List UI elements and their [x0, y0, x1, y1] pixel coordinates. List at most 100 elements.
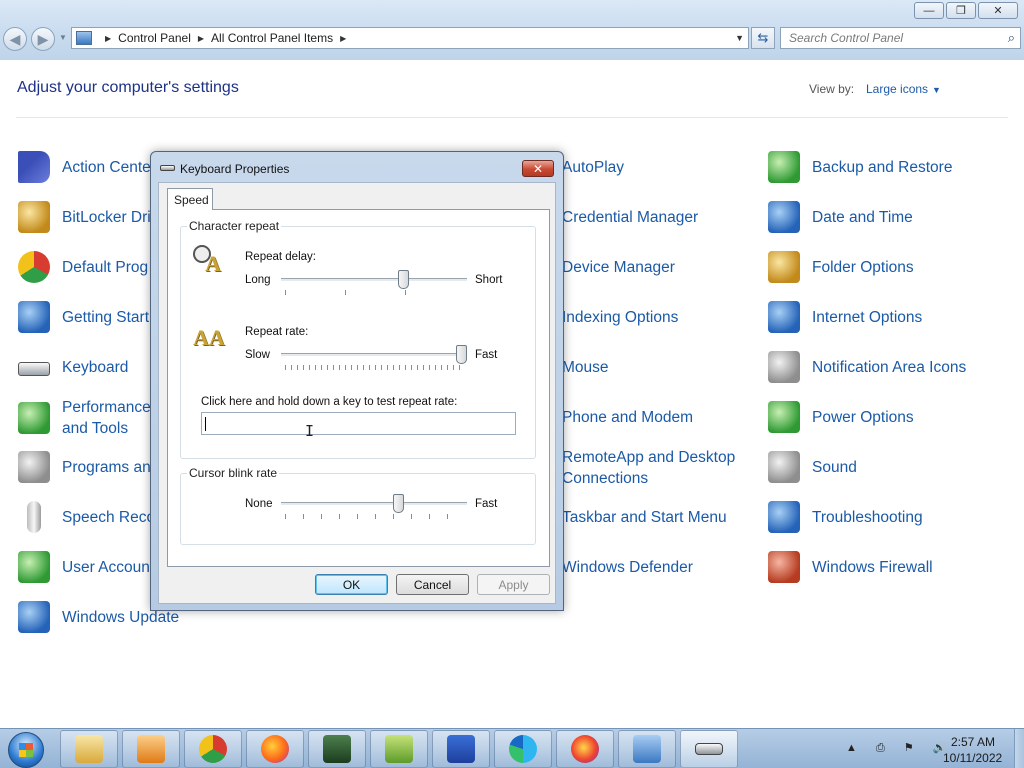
- ok-button[interactable]: OK: [315, 574, 388, 595]
- taskbar-firefox-alt[interactable]: [556, 730, 614, 768]
- tab-speed[interactable]: Speed: [167, 188, 213, 210]
- cp-item-user-accounts[interactable]: User Accoun: [18, 547, 150, 587]
- start-button[interactable]: [8, 732, 44, 768]
- cp-item-speech[interactable]: Speech Reco: [18, 497, 155, 537]
- taskbar-notepad[interactable]: [370, 730, 428, 768]
- cp-item-label: Windows Defender: [562, 558, 693, 576]
- close-button[interactable]: ✕: [978, 2, 1018, 19]
- cp-item-label: Speech Reco: [62, 508, 156, 526]
- repeat-rate-slider[interactable]: [456, 345, 467, 364]
- breadcrumb-chevron-icon[interactable]: ▶: [105, 34, 111, 43]
- cp-item-indexing-options[interactable]: Indexing Options: [562, 297, 678, 337]
- address-dropdown-icon[interactable]: ▼: [735, 33, 744, 43]
- cp-item-programs[interactable]: Programs an: [18, 447, 151, 487]
- cancel-button[interactable]: Cancel: [396, 574, 469, 595]
- taskbar-control-panel[interactable]: [618, 730, 676, 768]
- taskbar-malwarebytes[interactable]: [432, 730, 490, 768]
- dialog-close-button[interactable]: ✕: [522, 160, 554, 177]
- cp-item-action-center[interactable]: Action Cente: [18, 147, 151, 187]
- breadcrumb-chevron-icon[interactable]: ▶: [198, 34, 204, 43]
- forward-button[interactable]: ▶: [31, 27, 55, 51]
- troubleshooting-icon: [768, 501, 800, 533]
- address-bar[interactable]: ▶ Control Panel ▶ All Control Panel Item…: [71, 27, 749, 49]
- cp-item-label: Power Options: [812, 408, 914, 426]
- show-desktop-button[interactable]: [1014, 729, 1024, 768]
- cp-item-credential-manager[interactable]: Credential Manager: [562, 197, 698, 237]
- programs-icon: [18, 451, 50, 483]
- cp-item-notification-area[interactable]: Notification Area Icons: [768, 347, 966, 387]
- firefox-icon: [261, 735, 289, 763]
- mouse-ibeam-cursor: I: [305, 422, 315, 440]
- windows-firewall-icon: [768, 551, 800, 583]
- cp-item-bitlocker[interactable]: BitLocker Dri: [18, 197, 151, 237]
- cp-item-default-programs[interactable]: Default Prog: [18, 247, 148, 287]
- breadcrumb-chevron-icon[interactable]: ▶: [340, 34, 346, 43]
- view-by-dropdown[interactable]: Large icons ▼: [866, 82, 941, 96]
- search-icon[interactable]: ⌕: [1008, 30, 1015, 46]
- cp-item-label-line2: and Tools: [62, 420, 129, 437]
- repeat-delay-track[interactable]: [281, 278, 467, 282]
- taskbar-task-manager[interactable]: [308, 730, 366, 768]
- cp-item-autoplay[interactable]: AutoPlay: [562, 147, 624, 187]
- recent-pages-dropdown[interactable]: ▼: [59, 33, 67, 42]
- cp-item-backup-restore[interactable]: Backup and Restore: [768, 147, 952, 187]
- cursor-blink-slider[interactable]: [393, 494, 404, 513]
- cp-item-windows-defender[interactable]: Windows Defender: [562, 547, 693, 587]
- cp-item-power-options[interactable]: Power Options: [768, 397, 914, 437]
- cp-item-label: Credential Manager: [562, 208, 699, 226]
- back-button[interactable]: ◀: [3, 27, 27, 51]
- taskbar-keyboard-properties[interactable]: [680, 730, 738, 768]
- divider: [16, 117, 1008, 118]
- minimize-button[interactable]: —: [914, 2, 944, 19]
- default-programs-icon: [18, 251, 50, 283]
- page-title: Adjust your computer's settings: [17, 79, 239, 96]
- cp-item-label: Troubleshooting: [812, 508, 923, 526]
- keyboard-properties-dialog: Keyboard Properties ✕ Speed Character re…: [150, 151, 564, 611]
- breadcrumb-control-panel[interactable]: Control Panel: [118, 31, 191, 45]
- test-repeat-input[interactable]: [201, 412, 516, 435]
- cp-item-sound[interactable]: Sound: [768, 447, 857, 487]
- taskbar-edge[interactable]: [494, 730, 552, 768]
- clock-date[interactable]: 10/11/2022: [943, 751, 1002, 765]
- system-tray-icons[interactable]: ▲ ⎙ ⚑ 🔊: [846, 741, 954, 755]
- cp-item-date-time[interactable]: Date and Time: [768, 197, 913, 237]
- cursor-blink-max-label: Fast: [475, 498, 498, 510]
- repeat-rate-track[interactable]: [281, 353, 467, 357]
- repeat-delay-max-label: Short: [475, 274, 503, 286]
- cp-item-label: Folder Options: [812, 258, 914, 276]
- cp-item-getting-started[interactable]: Getting Start: [18, 297, 149, 337]
- cp-item-label: Indexing Options: [562, 308, 679, 326]
- notepad-icon: [385, 735, 413, 763]
- repeat-delay-icon: A: [193, 245, 225, 276]
- cp-item-taskbar-start[interactable]: Taskbar and Start Menu: [562, 497, 727, 537]
- cp-item-windows-firewall[interactable]: Windows Firewall: [768, 547, 933, 587]
- clock-time[interactable]: 2:57 AM: [951, 735, 995, 749]
- chrome-icon: [199, 735, 227, 763]
- refresh-button[interactable]: ⇆: [751, 27, 775, 49]
- taskbar-chrome[interactable]: [184, 730, 242, 768]
- cp-item-label: Keyboard: [62, 358, 129, 376]
- taskbar-firefox[interactable]: [246, 730, 304, 768]
- cp-item-keyboard[interactable]: Keyboard: [18, 347, 128, 387]
- repeat-rate-min-label: Slow: [245, 349, 270, 361]
- cp-item-phone-modem[interactable]: Phone and Modem: [562, 397, 693, 437]
- repeat-delay-slider[interactable]: [398, 270, 410, 289]
- cp-item-label: Date and Time: [812, 208, 913, 226]
- cp-item-mouse[interactable]: Mouse: [562, 347, 609, 387]
- cp-item-troubleshooting[interactable]: Troubleshooting: [768, 497, 923, 537]
- cp-item-internet-options[interactable]: Internet Options: [768, 297, 922, 337]
- cp-item-device-manager[interactable]: Device Manager: [562, 247, 675, 287]
- search-input[interactable]: Search Control Panel ⌕: [780, 27, 1021, 49]
- cp-item-label: Device Manager: [562, 258, 675, 276]
- apply-button[interactable]: Apply: [477, 574, 550, 595]
- cp-item-folder-options[interactable]: Folder Options: [768, 247, 914, 287]
- taskbar-media-player[interactable]: [122, 730, 180, 768]
- taskbar-file-explorer[interactable]: [60, 730, 118, 768]
- maximize-button[interactable]: ❐: [946, 2, 976, 19]
- breadcrumb-all-items[interactable]: All Control Panel Items: [211, 31, 333, 45]
- cursor-blink-track[interactable]: [281, 502, 467, 506]
- backup-restore-icon: [768, 151, 800, 183]
- cp-item-performance[interactable]: Performance and Tools: [18, 397, 151, 439]
- taskbar: ▲ ⎙ ⚑ 🔊 2:57 AM 10/11/2022: [0, 728, 1024, 768]
- cp-item-remoteapp[interactable]: RemoteApp and Desktop Connections: [562, 447, 735, 489]
